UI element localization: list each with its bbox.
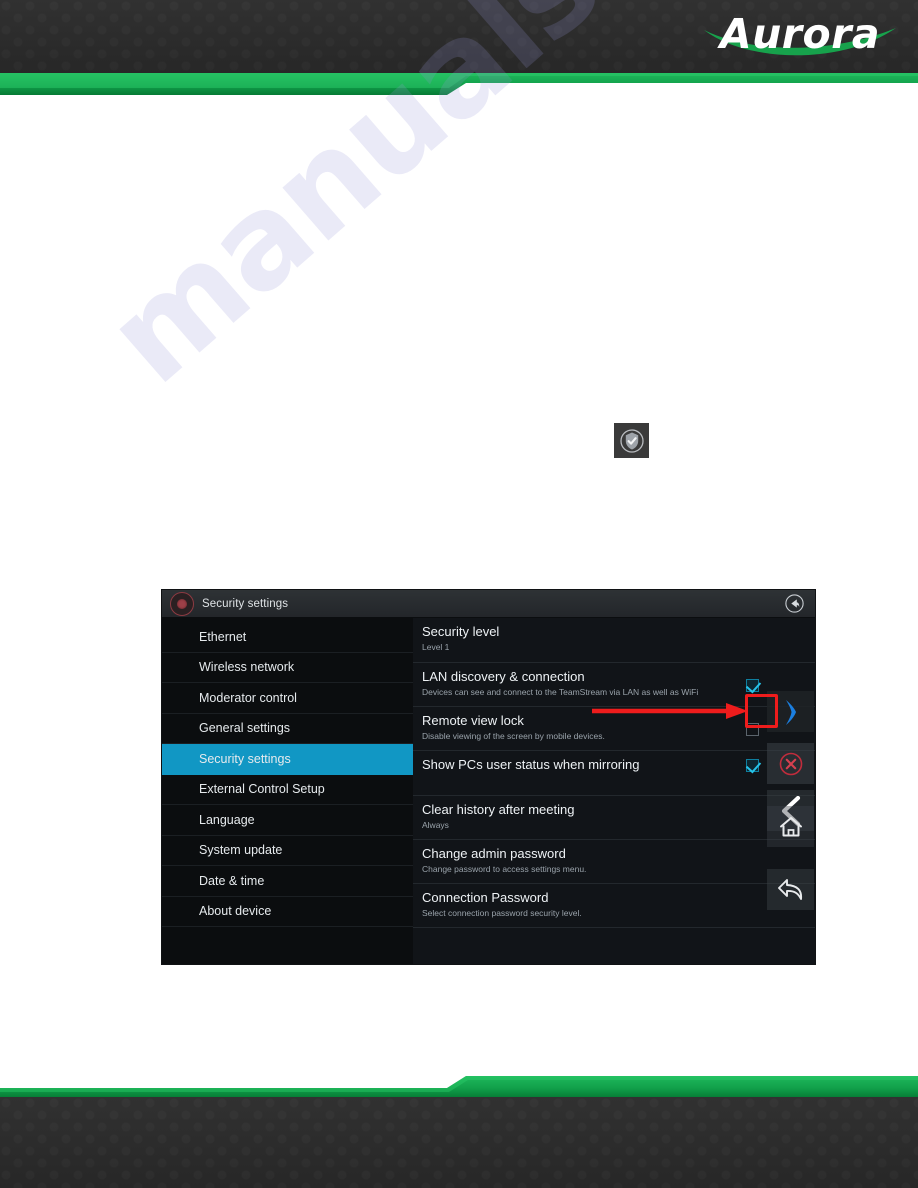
sidebar-item-label: Security settings [199, 751, 291, 766]
setting-title: Connection Password [422, 890, 549, 905]
setting-subtitle: Change password to access settings menu. [422, 864, 587, 874]
settings-menu-list: Ethernet Wireless network Moderator cont… [162, 618, 413, 964]
setting-subtitle: Level 1 [422, 642, 450, 652]
setting-subtitle: Always [422, 820, 449, 830]
settings-detail-list: Security level Level 1 LAN discovery & c… [413, 618, 815, 964]
sidebar-item-label: Date & time [199, 873, 265, 888]
sidebar-item-label: Language [199, 812, 255, 827]
setting-row-clear-history[interactable]: Clear history after meeting Always [413, 796, 815, 840]
setting-subtitle: Select connection password security leve… [422, 908, 582, 918]
device-title-text: Security settings [202, 597, 289, 610]
sidebar-item-system-update[interactable]: System update [162, 836, 413, 866]
annotation-highlight-box [745, 694, 778, 728]
sidebar-item-about-device[interactable]: About device [162, 897, 413, 927]
sidebar-item-general-settings[interactable]: General settings [162, 714, 413, 744]
setting-row-security-level[interactable]: Security level Level 1 [413, 618, 815, 663]
sidebar-item-label: Moderator control [199, 690, 297, 705]
sidebar-item-label: General settings [199, 721, 291, 736]
setting-title: Security level [422, 624, 500, 639]
header-green-stripe [0, 71, 918, 97]
logo-wordmark: Aurora [719, 10, 881, 58]
sidebar-item-label: External Control Setup [199, 782, 325, 797]
sidebar-item-date-time[interactable]: Date & time [162, 866, 413, 897]
page-footer-band [0, 1097, 918, 1188]
circular-back-arrow-icon[interactable] [784, 593, 805, 614]
device-title-bar: Security settings [162, 590, 815, 618]
show-pcs-user-status-checkbox[interactable] [746, 759, 759, 772]
sidebar-item-label: Ethernet [199, 629, 247, 644]
setting-title: Clear history after meeting [422, 802, 575, 817]
setting-row-show-pcs-user-status[interactable]: Show PCs user status when mirroring [413, 751, 815, 796]
setting-title: Change admin password [422, 846, 566, 861]
shield-check-icon [614, 423, 649, 458]
sidebar-item-moderator-control[interactable]: Moderator control [162, 683, 413, 714]
aurora-logo: Aurora [700, 8, 900, 66]
setting-row-change-admin-password[interactable]: Change admin password Change password to… [413, 840, 815, 884]
sidebar-item-label: Wireless network [199, 660, 295, 675]
setting-row-connection-password[interactable]: Connection Password Select connection pa… [413, 884, 815, 928]
sidebar-item-security-settings[interactable]: Security settings [162, 744, 413, 775]
sidebar-item-wireless-network[interactable]: Wireless network [162, 653, 413, 683]
sidebar-item-ethernet[interactable]: Ethernet [162, 622, 413, 653]
sidebar-item-language[interactable]: Language [162, 805, 413, 836]
lan-discovery-checkbox[interactable] [746, 679, 759, 692]
sidebar-item-label: System update [199, 843, 283, 858]
sidebar-item-label: About device [199, 904, 272, 919]
sidebar-item-external-control-setup[interactable]: External Control Setup [162, 775, 413, 805]
annotation-arrow [592, 700, 752, 725]
device-screenshot-panel: Security settings Ethernet Wireless netw… [162, 590, 815, 964]
aurora-badge-icon [170, 591, 194, 616]
